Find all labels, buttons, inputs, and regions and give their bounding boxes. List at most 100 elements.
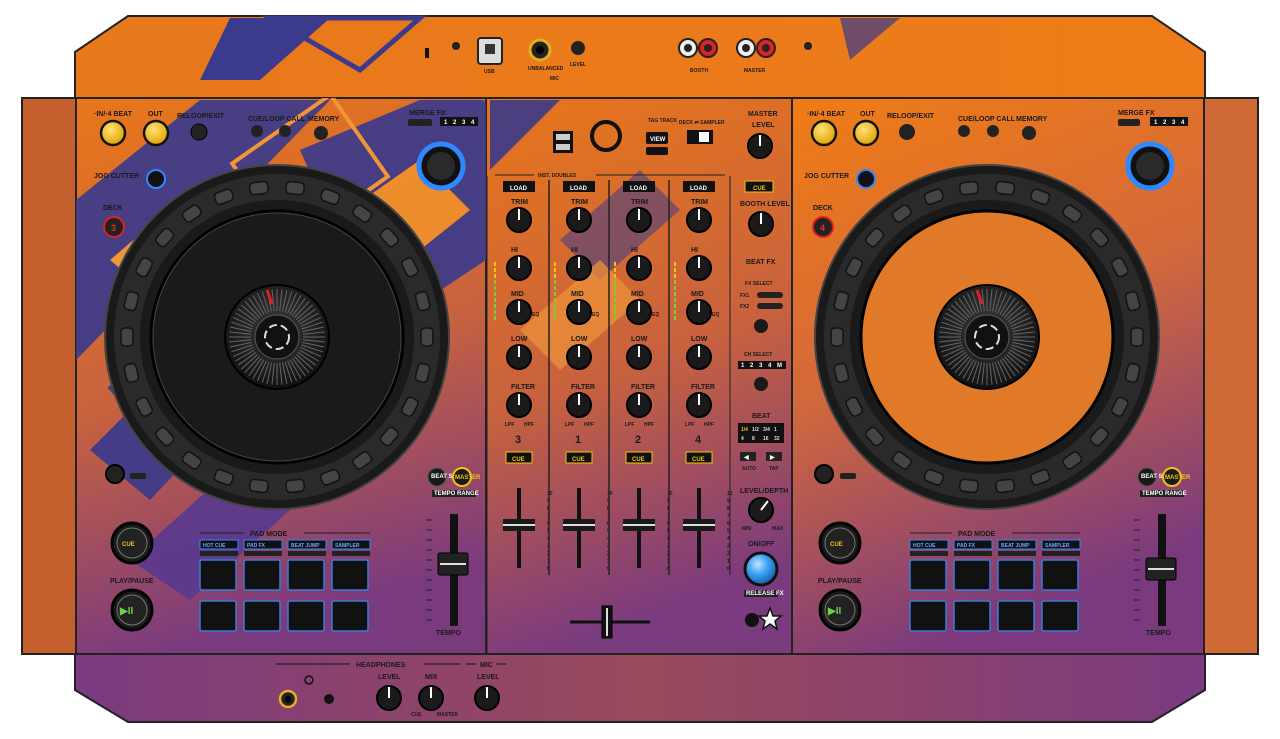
hi-label: HI [511, 247, 518, 254]
right-out-button[interactable] [852, 119, 880, 147]
channel-number: 1 [575, 434, 581, 446]
master-label: MASTER [744, 68, 766, 74]
left-in-4beat-label: ·IN/·4 BEAT [94, 111, 133, 118]
left-shift-button[interactable] [105, 464, 125, 484]
mic-level-knob[interactable] [571, 41, 585, 55]
jog-notch [285, 478, 306, 494]
level-meter-led [674, 268, 676, 272]
right-shift-button[interactable] [814, 464, 834, 484]
master-cue-label: CUE [753, 186, 766, 192]
beat-right-glyph: ▶ [769, 454, 775, 461]
filter-label: FILTER [511, 384, 535, 391]
right-pad-6[interactable] [953, 600, 991, 632]
level-meter-led [614, 310, 616, 314]
channel-number: 4 [695, 434, 702, 446]
left-out-button[interactable] [142, 119, 170, 147]
level-meter-led [494, 298, 496, 302]
right-memory-button[interactable] [1022, 126, 1036, 140]
right-in-button[interactable] [810, 119, 838, 147]
left-pad-7[interactable] [287, 600, 325, 632]
right-jog-platter[interactable] [934, 284, 1040, 390]
beat-value: 4 [741, 436, 744, 442]
jog-notch [420, 327, 434, 347]
load-label: LOAD [630, 186, 648, 192]
right-call-fwd-button[interactable] [987, 125, 999, 137]
left-pad-3[interactable] [287, 559, 325, 591]
level-meter-led [674, 310, 676, 314]
right-play-pause-label: PLAY/PAUSE [818, 578, 862, 585]
front-panel [74, 653, 1206, 723]
right-pad-4[interactable] [1041, 559, 1079, 591]
left-jog-platter[interactable] [224, 284, 330, 390]
beat-fx-label: BEAT FX [746, 259, 776, 266]
right-tempo-label: TEMPO [1146, 630, 1171, 637]
usb-label: USB [484, 69, 495, 75]
left-in-button[interactable] [99, 119, 127, 147]
right-pad-7[interactable] [997, 600, 1035, 632]
channel-cue-label: CUE [512, 457, 525, 463]
left-reloop-button[interactable] [190, 123, 208, 141]
left-pad-mode-sub [332, 551, 370, 556]
level-meter-led [614, 316, 616, 320]
left-call-fwd-button[interactable] [279, 125, 291, 137]
trim-label: TRIM [691, 199, 708, 206]
channel-number: 2 [635, 434, 641, 446]
left-deck-label: DECK [103, 205, 123, 212]
left-pad-2[interactable] [243, 559, 281, 591]
left-pad-5[interactable] [199, 600, 237, 632]
hp-mix-label: MIX [425, 674, 438, 681]
right-pad-1[interactable] [909, 559, 947, 591]
mic-rear-label: MIC [550, 76, 560, 82]
fader-scale: 10 [547, 491, 553, 497]
left-pad-4[interactable] [331, 559, 369, 591]
level-meter-led [494, 280, 496, 284]
ch-option: M [777, 363, 782, 369]
right-merge-fx-label: MERGE FX [1118, 110, 1155, 117]
ch-select-button[interactable] [754, 377, 768, 391]
right-reloop-button[interactable] [899, 124, 915, 140]
right-pad-8[interactable] [1041, 600, 1079, 632]
booth-label: BOOTH [690, 68, 708, 74]
left-jog-cutter-button[interactable] [146, 169, 166, 189]
right-master-btn-label: MASTER [1165, 475, 1191, 481]
right-pad-2[interactable] [953, 559, 991, 591]
right-pad-mode-sub [998, 551, 1036, 556]
left-pad-6[interactable] [243, 600, 281, 632]
channel-cue-label: CUE [692, 457, 705, 463]
right-deck-label: DECK [813, 205, 833, 212]
trim-label: TRIM [511, 199, 528, 206]
jog-notch [248, 478, 269, 494]
right-jog-cutter-button[interactable] [856, 169, 876, 189]
mid-label: MID [631, 291, 644, 298]
beat-label: BEAT [752, 413, 771, 420]
right-call-back-button[interactable] [958, 125, 970, 137]
left-memory-button[interactable] [314, 126, 328, 140]
level-meter-led [554, 280, 556, 284]
left-pad-8[interactable] [331, 600, 369, 632]
eq-label: EQ [532, 312, 539, 318]
left-pad-1[interactable] [199, 559, 237, 591]
right-pad-mode-sub [910, 551, 948, 556]
jog-notch [120, 327, 134, 347]
level-meter-led [674, 280, 676, 284]
release-fx-label: RELEASE FX [746, 591, 784, 597]
hpf-label: HPF [524, 422, 534, 428]
left-cue-loop-call-label: CUE/LOOP CALL [248, 116, 306, 123]
load-label: LOAD [570, 186, 588, 192]
level-meter-led [554, 316, 556, 320]
left-tempo-label: TEMPO [436, 630, 461, 637]
left-call-back-button[interactable] [251, 125, 263, 137]
left-pad-mode-label-2: PAD FX [247, 543, 266, 549]
right-pad-3[interactable] [997, 559, 1035, 591]
right-pad-mode-label: PAD MODE [958, 531, 996, 538]
left-pad-mode-label-1: HOT CUE [203, 543, 226, 549]
beat-value: 1/2 [752, 427, 759, 433]
fx-select-button[interactable] [754, 319, 768, 333]
beat-value: 1 [774, 427, 777, 433]
level-meter-led [554, 292, 556, 296]
right-pad-5[interactable] [909, 600, 947, 632]
fx-on-off-button[interactable] [743, 551, 779, 587]
level-meter-led [554, 286, 556, 290]
level-meter-led [674, 292, 676, 296]
jog-notch [958, 180, 979, 196]
